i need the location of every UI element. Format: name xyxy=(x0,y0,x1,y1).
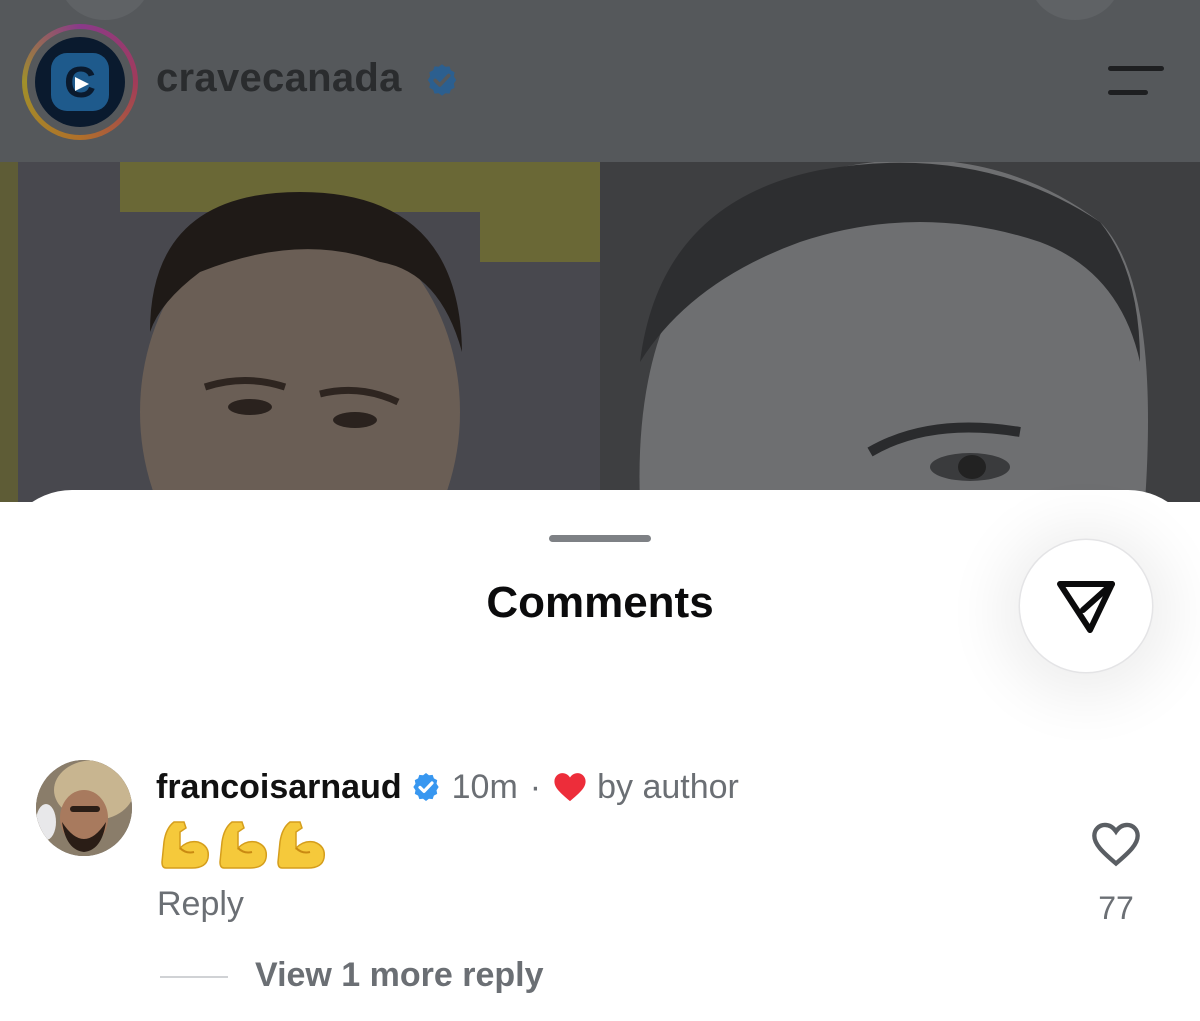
crave-logo-icon: C xyxy=(35,37,125,127)
post-photo-left[interactable] xyxy=(0,162,600,502)
paper-plane-icon xyxy=(1057,581,1115,633)
replies-divider xyxy=(160,976,228,978)
post-photo-right[interactable] xyxy=(600,162,1200,502)
reply-button[interactable]: Reply xyxy=(157,885,244,924)
comments-sheet: Comments francoisarnaud 10m · by author … xyxy=(0,490,1200,1021)
commenter-avatar[interactable] xyxy=(36,760,132,856)
comment-meta: francoisarnaud 10m · by author xyxy=(156,764,739,810)
like-count: 77 xyxy=(1098,890,1134,926)
liked-by-author-label: by author xyxy=(597,767,739,806)
verified-badge-icon xyxy=(424,62,460,103)
partial-circle-decoration xyxy=(1030,0,1120,20)
post-header: C cravecanada xyxy=(0,0,1200,162)
meta-separator: · xyxy=(529,767,542,806)
comment-timestamp: 10m xyxy=(451,767,518,806)
post-author-avatar[interactable]: C xyxy=(22,24,138,140)
view-replies-button[interactable]: View 1 more reply xyxy=(255,956,544,995)
flexed-biceps-emoji xyxy=(277,821,326,869)
sheet-drag-handle[interactable] xyxy=(549,535,651,542)
hamburger-icon[interactable] xyxy=(1100,62,1168,102)
comment-body xyxy=(160,818,328,870)
heart-outline-icon[interactable] xyxy=(1090,820,1142,873)
heart-filled-icon xyxy=(553,771,587,803)
partial-circle-decoration xyxy=(60,0,150,20)
flexed-biceps-emoji xyxy=(219,821,268,869)
commenter-username[interactable]: francoisarnaud xyxy=(156,768,402,807)
share-button[interactable] xyxy=(1020,540,1152,672)
verified-badge-icon xyxy=(410,771,442,803)
post-author-username[interactable]: cravecanada xyxy=(156,56,402,101)
flexed-biceps-emoji xyxy=(161,821,210,869)
